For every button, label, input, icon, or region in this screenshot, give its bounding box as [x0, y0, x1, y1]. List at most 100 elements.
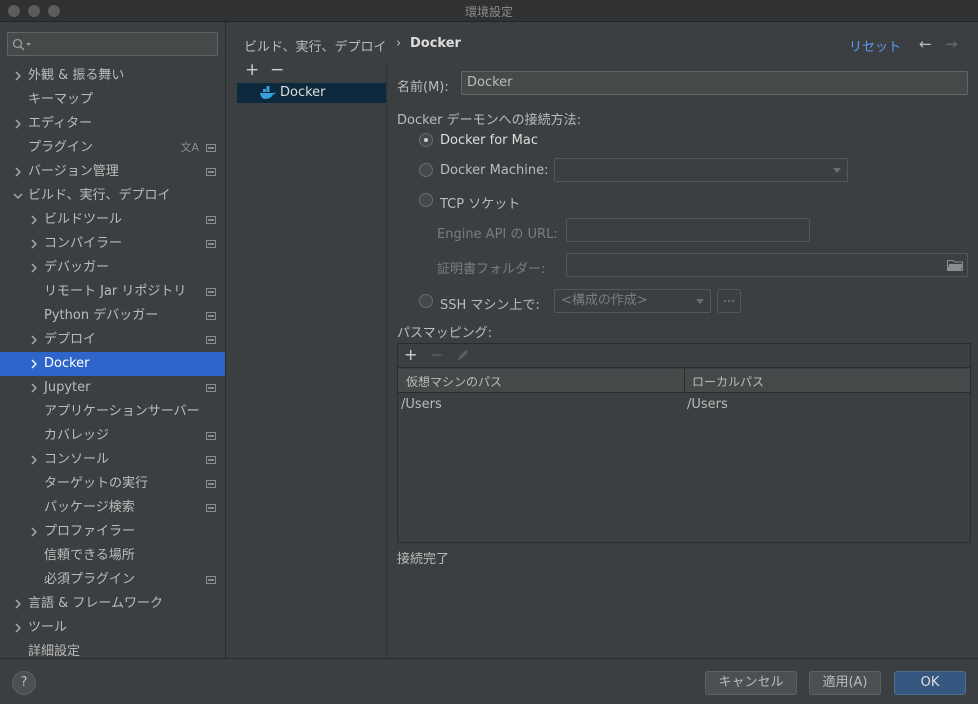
project-scope-icon — [206, 288, 216, 296]
tree-item[interactable]: プラグイン 文A — [0, 136, 225, 160]
chevron-right-icon[interactable] — [28, 376, 40, 400]
tree-item[interactable]: カバレッジ — [0, 424, 225, 448]
chevron-right-icon[interactable] — [12, 592, 24, 616]
radio-docker-for-mac[interactable] — [419, 133, 433, 147]
tree-item[interactable]: ビルド、実行、デプロイ — [0, 184, 225, 208]
edit-pencil-icon[interactable] — [456, 348, 470, 362]
cert-folder-field[interactable] — [566, 253, 968, 277]
table-row[interactable]: /Users /Users — [398, 394, 970, 416]
ssh-config-browse-button[interactable]: ... — [717, 289, 741, 313]
chevron-right-icon[interactable] — [12, 64, 24, 88]
tree-item[interactable]: 信頼できる場所 — [0, 544, 225, 568]
back-arrow-icon[interactable]: ← — [919, 35, 932, 53]
project-scope-icon — [206, 336, 216, 344]
tree-item-label: 言語 & フレームワーク — [28, 596, 164, 611]
chevron-right-icon[interactable] — [28, 448, 40, 472]
tree-item-label: バージョン管理 — [28, 164, 119, 179]
column-local-path[interactable]: ローカルパス — [692, 373, 764, 390]
project-scope-icon — [206, 144, 216, 152]
chevron-right-icon[interactable] — [12, 616, 24, 640]
tree-item[interactable]: エディター — [0, 112, 225, 136]
radio-docker-machine-label[interactable]: Docker Machine: — [440, 163, 548, 178]
help-button[interactable]: ? — [12, 671, 36, 695]
tree-item-label: ビルドツール — [44, 212, 123, 227]
breadcrumb-current: Docker — [410, 36, 461, 51]
tree-item-label: ツール — [28, 620, 68, 635]
tree-item[interactable]: プロファイラー — [0, 520, 225, 544]
column-vm-path[interactable]: 仮想マシンのパス — [406, 373, 502, 390]
tree-item[interactable]: ターゲットの実行 — [0, 472, 225, 496]
tree-item[interactable]: 必須プラグイン — [0, 568, 225, 592]
tree-item[interactable]: パッケージ検索 — [0, 496, 225, 520]
folder-icon[interactable] — [947, 259, 963, 271]
tree-item[interactable]: デバッガー — [0, 256, 225, 280]
cancel-button[interactable]: キャンセル — [705, 671, 797, 695]
radio-docker-for-mac-label[interactable]: Docker for Mac — [440, 133, 538, 148]
chevron-right-icon[interactable] — [28, 352, 40, 376]
radio-ssh-machine[interactable] — [419, 294, 433, 308]
tree-item-label: Python デバッガー — [44, 308, 159, 323]
tree-item[interactable]: 詳細設定 — [0, 640, 225, 658]
vm-path-cell: /Users — [401, 397, 442, 412]
engine-api-url-label: Engine API の URL: — [437, 227, 558, 242]
tree-item[interactable]: Docker — [0, 352, 225, 376]
chevron-down-icon — [833, 168, 841, 173]
project-scope-icon — [206, 384, 216, 392]
project-scope-icon — [206, 504, 216, 512]
chevron-down-icon[interactable] — [12, 184, 24, 208]
chevron-right-icon[interactable] — [28, 208, 40, 232]
engine-api-url-field[interactable] — [566, 218, 810, 242]
name-field[interactable]: Docker — [461, 71, 968, 95]
settings-tree: 外観 & 振る舞いキーマップエディタープラグイン 文A バージョン管理ビルド、実行、… — [0, 64, 225, 658]
chevron-right-icon[interactable] — [28, 256, 40, 280]
chevron-right-icon[interactable] — [28, 328, 40, 352]
docker-machine-select[interactable] — [554, 158, 848, 182]
name-label: 名前(M): — [397, 80, 449, 95]
tree-item[interactable]: コンパイラー — [0, 232, 225, 256]
tree-item[interactable]: Python デバッガー — [0, 304, 225, 328]
remove-config-button[interactable]: − — [270, 60, 284, 80]
tree-item[interactable]: 外観 & 振る舞い — [0, 64, 225, 88]
tree-item-label: Jupyter — [44, 380, 91, 395]
chevron-right-icon[interactable] — [12, 160, 24, 184]
tree-item[interactable]: コンソール — [0, 448, 225, 472]
tree-item-label: 外観 & 振る舞い — [28, 68, 125, 83]
add-config-button[interactable]: + — [245, 60, 259, 80]
tree-item[interactable]: 言語 & フレームワーク — [0, 592, 225, 616]
ok-button[interactable]: OK — [894, 671, 966, 695]
forward-arrow-icon[interactable]: → — [945, 35, 958, 53]
chevron-right-icon[interactable] — [28, 520, 40, 544]
ssh-config-select[interactable]: <構成の作成> — [554, 289, 711, 313]
radio-tcp-socket[interactable] — [419, 193, 433, 207]
radio-ssh-machine-label[interactable]: SSH マシン上で: — [440, 294, 540, 313]
project-scope-icon — [206, 576, 216, 584]
reset-link[interactable]: リセット — [849, 36, 901, 55]
add-mapping-button[interactable]: + — [404, 345, 417, 364]
tree-item-label: Docker — [44, 356, 90, 371]
column-divider[interactable] — [684, 369, 685, 393]
breadcrumb-separator: › — [396, 36, 402, 51]
settings-search-input[interactable] — [7, 32, 218, 56]
remove-mapping-button[interactable]: − — [430, 345, 443, 364]
apply-button[interactable]: 適用(A) — [809, 671, 881, 695]
project-scope-icon — [206, 312, 216, 320]
tree-item[interactable]: リモート Jar リポジトリ — [0, 280, 225, 304]
tree-item[interactable]: デプロイ — [0, 328, 225, 352]
path-mapping-label: パスマッピング: — [397, 326, 492, 341]
tree-item[interactable]: バージョン管理 — [0, 160, 225, 184]
breadcrumb-parent[interactable]: ビルド、実行、デプロイ — [244, 36, 386, 55]
chevron-right-icon[interactable] — [12, 112, 24, 136]
radio-tcp-socket-label[interactable]: TCP ソケット — [440, 193, 520, 212]
tree-item[interactable]: Jupyter — [0, 376, 225, 400]
docker-config-item[interactable]: Docker — [237, 83, 386, 103]
chevron-right-icon[interactable] — [28, 232, 40, 256]
tree-item-label: コンソール — [44, 452, 110, 467]
local-path-cell: /Users — [687, 397, 728, 412]
radio-docker-machine[interactable] — [419, 163, 433, 177]
tree-item[interactable]: アプリケーションサーバー — [0, 400, 225, 424]
tree-item-label: エディター — [28, 116, 93, 131]
tree-item[interactable]: キーマップ — [0, 88, 225, 112]
tree-item[interactable]: ツール — [0, 616, 225, 640]
tree-item[interactable]: ビルドツール — [0, 208, 225, 232]
tree-item-label: コンパイラー — [44, 236, 123, 251]
